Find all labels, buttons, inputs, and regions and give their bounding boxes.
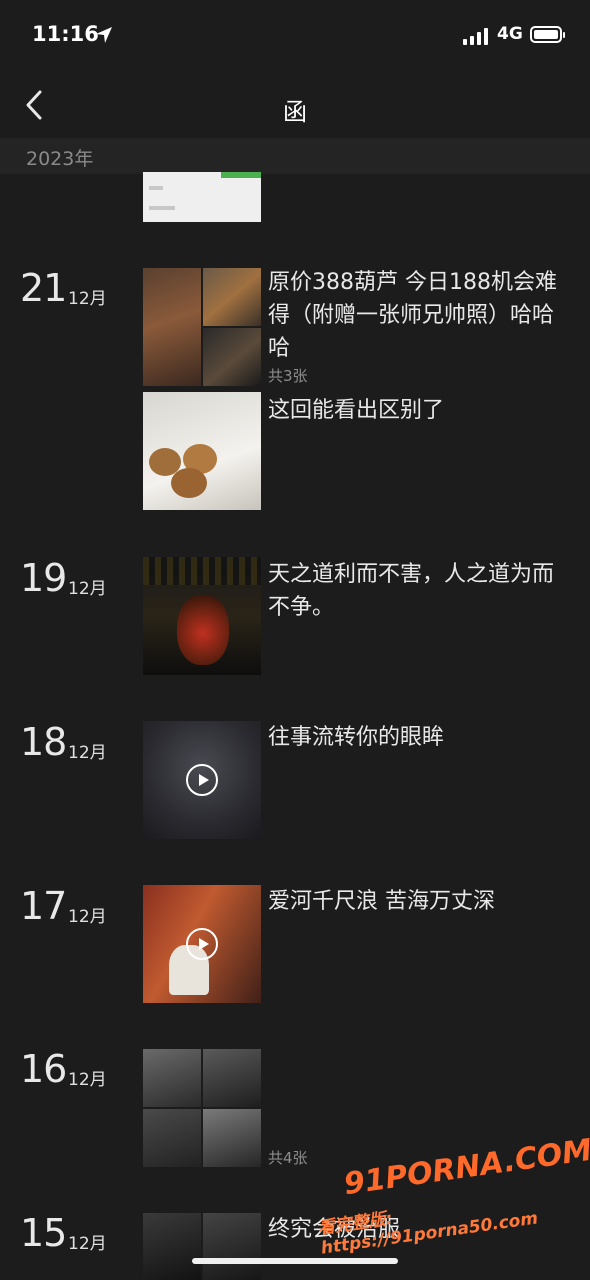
post-month: 12月 xyxy=(68,1234,107,1254)
page-title: 函 xyxy=(283,98,307,126)
post-caption[interactable]: 原价388葫芦 今日188机会难得（附赠一张师兄帅照）哈哈哈 xyxy=(268,266,568,365)
post-caption[interactable]: 这回能看出区别了 xyxy=(268,394,568,427)
post-thumbnail[interactable] xyxy=(143,557,261,675)
post-day: 16 xyxy=(20,1047,67,1091)
post-month: 12月 xyxy=(68,743,107,763)
battery-icon xyxy=(530,26,565,43)
play-icon[interactable] xyxy=(186,928,218,960)
post-day: 15 xyxy=(20,1211,67,1255)
location-arrow-icon xyxy=(96,27,112,43)
post-thumbnail[interactable] xyxy=(143,1213,261,1280)
post-caption[interactable]: 天之道利而不害，人之道为而不争。 xyxy=(268,558,568,624)
post-thumbnail[interactable] xyxy=(143,172,261,222)
status-time: 11:16 xyxy=(32,22,99,46)
post-video-thumbnail[interactable] xyxy=(143,885,261,1003)
post-month: 12月 xyxy=(68,289,107,309)
post-thumbnail[interactable] xyxy=(143,392,261,510)
post-day: 21 xyxy=(20,266,67,310)
year-header: 2023年 xyxy=(0,138,590,174)
post-month: 12月 xyxy=(68,579,107,599)
play-icon[interactable] xyxy=(186,764,218,796)
post-day: 18 xyxy=(20,720,67,764)
status-bar: 11:16 4G xyxy=(0,0,590,70)
post-day: 19 xyxy=(20,556,67,600)
post-image-count: 共3张 xyxy=(268,367,308,385)
post-caption[interactable]: 往事流转你的眼眸 xyxy=(268,721,568,754)
post-thumbnail[interactable] xyxy=(143,268,261,386)
post-month: 12月 xyxy=(68,907,107,927)
post-video-thumbnail[interactable] xyxy=(143,721,261,839)
post-month: 12月 xyxy=(68,1070,107,1090)
post-day: 17 xyxy=(20,884,67,928)
post-thumbnail[interactable] xyxy=(143,1049,261,1167)
home-indicator[interactable] xyxy=(192,1258,398,1264)
post-caption[interactable]: 爱河千尺浪 苦海万丈深 xyxy=(268,885,568,918)
signal-icon xyxy=(463,27,491,45)
nav-bar: 函 xyxy=(0,70,590,140)
post-image-count: 共4张 xyxy=(268,1149,308,1167)
network-type: 4G xyxy=(497,24,523,44)
year-label: 2023年 xyxy=(26,148,94,170)
